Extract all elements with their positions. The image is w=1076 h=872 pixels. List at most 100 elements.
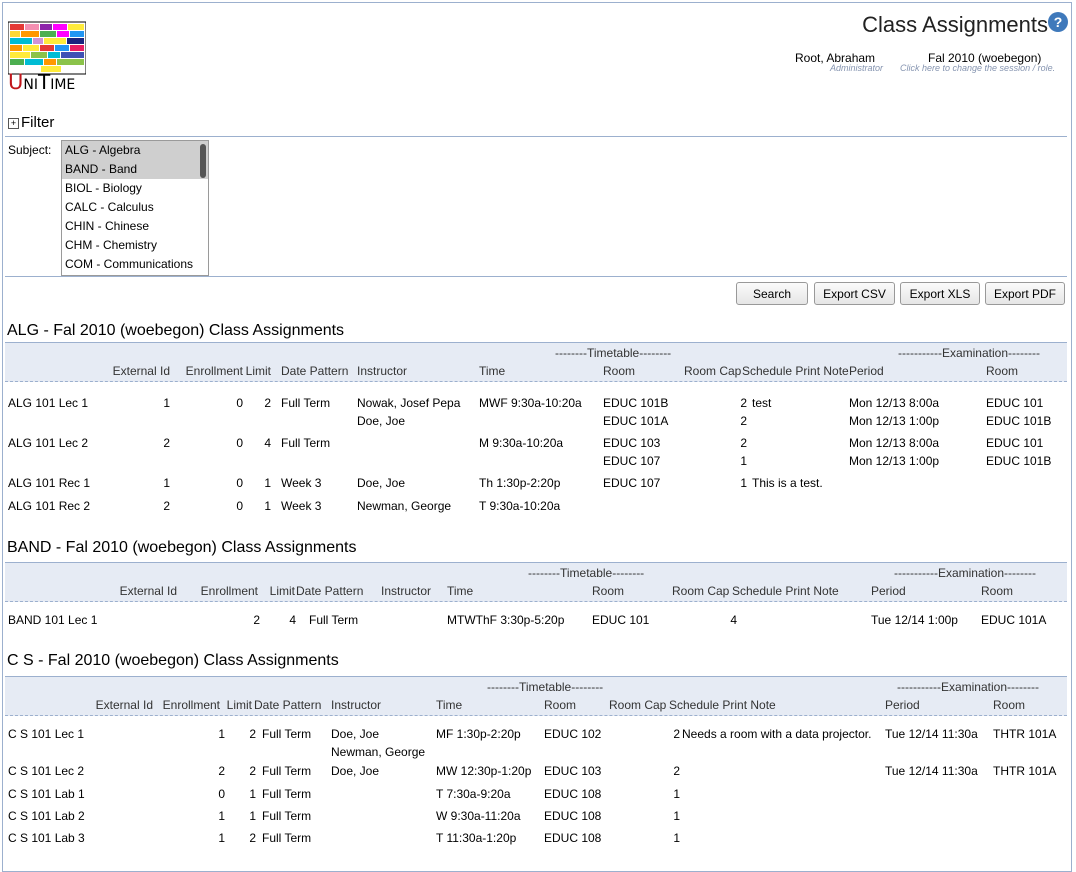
exam-room: EDUC 101A (981, 613, 1047, 627)
col-limit: Limit (269, 584, 295, 598)
timetable-group-header: --------Timetable-------- (487, 680, 604, 694)
subject-option[interactable]: BAND - Band (62, 160, 208, 179)
exam-room: THTR 101A (993, 764, 1057, 778)
col-instructor: Instructor (357, 364, 408, 378)
class-name: BAND 101 Lec 1 (8, 613, 98, 627)
col-enrollment: Enrollment (200, 584, 258, 598)
subject-label: Subject: (8, 143, 52, 157)
class-name: ALG 101 Rec 2 (8, 499, 91, 513)
class-name: C S 101 Lec 1 (8, 727, 85, 741)
date-pattern: Full Term (262, 831, 312, 845)
room-cap: 1 (673, 831, 680, 845)
filter-toggle[interactable]: + Filter (8, 114, 54, 131)
exam-period: Tue 12/14 11:30a (885, 764, 978, 778)
timetable-group-header: --------Timetable-------- (555, 346, 672, 360)
col-exam-room: Room (993, 698, 1026, 712)
help-icon[interactable]: ? (1048, 12, 1068, 32)
table-row[interactable] (5, 829, 1067, 851)
col-exam-period: Period (871, 584, 906, 598)
date-pattern: Full Term (281, 436, 331, 450)
time: MW 12:30p-1:20p (436, 764, 532, 778)
room: EDUC 108 (544, 831, 602, 845)
room-cap: 1 (673, 809, 680, 823)
room: EDUC 107 (603, 454, 661, 468)
col-exam-period: Period (885, 698, 920, 712)
col-date-pattern: Date Pattern (296, 584, 364, 598)
col-room-cap: Room Cap (684, 364, 742, 378)
exam-period: Tue 12/14 11:30a (885, 727, 978, 741)
table-row[interactable] (5, 807, 1067, 829)
enrollment: 0 (236, 499, 243, 513)
filter-label: Filter (21, 114, 55, 131)
subject-option[interactable]: CHM - Chemistry (62, 236, 208, 255)
col-time: Time (447, 584, 474, 598)
limit: 1 (264, 476, 271, 490)
date-pattern: Full Term (262, 764, 312, 778)
subject-option[interactable]: COM - Communications (62, 255, 208, 274)
schedule-print-note: This is a test. (752, 476, 823, 490)
col-room: Room (544, 698, 577, 712)
exam-room: THTR 101A (993, 727, 1057, 741)
col-enrollment: Enrollment (185, 364, 243, 378)
exam-group-header: -----------Examination-------- (897, 680, 1039, 694)
col-schedule-print-note: Schedule Print Note (669, 698, 776, 712)
enrollment: 1 (218, 831, 225, 845)
date-pattern: Full Term (262, 809, 312, 823)
room: EDUC 101A (603, 414, 669, 428)
export-csv-button[interactable]: Export CSV (814, 282, 895, 305)
session-hint[interactable]: Click here to change the session / role. (900, 63, 1055, 73)
time: MTWThF 3:30p-5:20p (447, 613, 565, 627)
room-cap: 4 (730, 613, 737, 627)
limit: 2 (249, 831, 256, 845)
room: EDUC 102 (544, 727, 602, 741)
room: EDUC 107 (603, 476, 661, 490)
subject-option[interactable]: BIOL - Biology (62, 179, 208, 198)
subject-option[interactable]: CALC - Calculus (62, 198, 208, 217)
col-time: Time (436, 698, 463, 712)
room-cap: 2 (740, 396, 747, 410)
unitime-wordmark: UNITIME (8, 70, 76, 94)
class-name: ALG 101 Rec 1 (8, 476, 91, 490)
external-id: 1 (163, 396, 170, 410)
class-name: C S 101 Lec 2 (8, 764, 85, 778)
instructor: Doe, Joe (331, 764, 380, 778)
subject-select[interactable]: ALG - Algebra BAND - Band BIOL - Biology CA… (61, 140, 209, 276)
limit: 1 (249, 787, 256, 801)
time: M 9:30a-10:20a (479, 436, 564, 450)
export-xls-button[interactable]: Export XLS (900, 282, 980, 305)
room: EDUC 103 (603, 436, 661, 450)
external-id: 1 (163, 476, 170, 490)
col-room: Room (603, 364, 636, 378)
enrollment: 2 (253, 613, 260, 627)
limit: 4 (289, 613, 296, 627)
col-time: Time (479, 364, 506, 378)
limit: 2 (249, 727, 256, 741)
time: MWF 9:30a-10:20a (479, 396, 582, 410)
exam-room: EDUC 101B (986, 454, 1052, 468)
limit: 2 (249, 764, 256, 778)
scrollbar[interactable] (200, 144, 206, 178)
col-schedule-print-note: Schedule Print Note (732, 584, 839, 598)
col-exam-room: Room (981, 584, 1014, 598)
exam-period: Tue 12/14 1:00p (871, 613, 958, 627)
limit: 4 (264, 436, 271, 450)
search-button[interactable]: Search (736, 282, 808, 305)
expand-icon[interactable]: + (8, 118, 19, 129)
enrollment: 0 (236, 396, 243, 410)
export-pdf-button[interactable]: Export PDF (985, 282, 1065, 305)
date-pattern: Full Term (309, 613, 359, 627)
subject-option[interactable]: CHIN - Chinese (62, 217, 208, 236)
limit: 2 (264, 396, 271, 410)
subject-option[interactable]: ALG - Algebra (62, 141, 208, 160)
table-row[interactable] (5, 785, 1067, 807)
instructor: Doe, Joe (357, 476, 406, 490)
room: EDUC 101B (603, 396, 669, 410)
class-name: C S 101 Lab 1 (8, 787, 85, 801)
instructor: Doe, Joe (331, 727, 380, 741)
time: T 9:30a-10:20a (479, 499, 561, 513)
col-room-cap: Room Cap (672, 584, 730, 598)
room-cap: 1 (740, 476, 747, 490)
col-room: Room (592, 584, 625, 598)
limit: 1 (264, 499, 271, 513)
exam-room: EDUC 101 (986, 396, 1044, 410)
